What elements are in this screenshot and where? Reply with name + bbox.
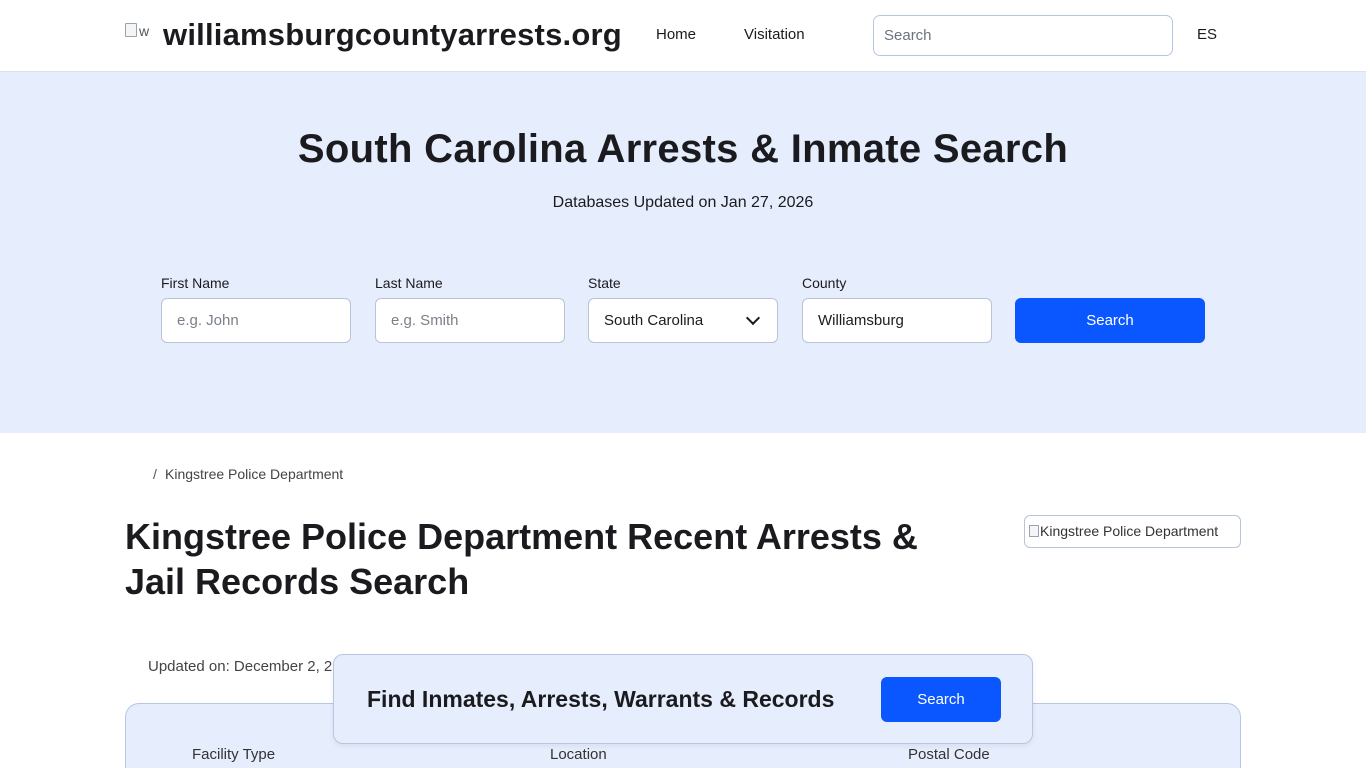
- department-image-alt: Kingstree Police Department: [1040, 523, 1219, 539]
- county-input[interactable]: [802, 298, 992, 343]
- county-label: County: [802, 275, 847, 291]
- site-logo[interactable]: w: [125, 23, 155, 49]
- cta-search-button[interactable]: Search: [881, 677, 1001, 722]
- state-select-value: South Carolina: [604, 312, 704, 329]
- hero-search-button[interactable]: Search: [1015, 298, 1205, 343]
- state-select[interactable]: South Carolina: [588, 298, 778, 343]
- language-switch[interactable]: ES: [1197, 26, 1217, 43]
- postal-code-label: Postal Code: [908, 746, 990, 763]
- hero-section: South Carolina Arrests & Inmate Search D…: [0, 72, 1366, 433]
- logo-alt-text: w: [139, 23, 150, 39]
- department-image: Kingstree Police Department: [1024, 515, 1241, 548]
- floating-cta-banner: Find Inmates, Arrests, Warrants & Record…: [333, 654, 1033, 744]
- site-header: w williamsburgcountyarrests.org Home Vis…: [0, 0, 1366, 72]
- last-name-label: Last Name: [375, 275, 443, 291]
- broken-image-icon: [1029, 525, 1039, 537]
- state-label: State: [588, 275, 621, 291]
- header-search-input[interactable]: [873, 15, 1173, 56]
- page-title: Kingstree Police Department Recent Arres…: [125, 516, 918, 602]
- database-updated-text: Databases Updated on Jan 27, 2026: [552, 194, 814, 211]
- broken-image-icon: [125, 23, 137, 37]
- first-name-label: First Name: [161, 275, 230, 291]
- breadcrumb-current: Kingstree Police Department: [165, 466, 344, 482]
- first-name-input[interactable]: [161, 298, 351, 343]
- nav-visitation-link[interactable]: Visitation: [744, 26, 805, 43]
- breadcrumb-separator: /: [153, 466, 157, 482]
- facility-type-label: Facility Type: [192, 746, 276, 763]
- cta-text: Find Inmates, Arrests, Warrants & Record…: [367, 686, 835, 712]
- chevron-down-icon: [745, 310, 761, 326]
- site-name[interactable]: williamsburgcountyarrests.org: [163, 17, 622, 53]
- hero-title: South Carolina Arrests & Inmate Search: [297, 127, 1069, 171]
- updated-date: Updated on: December 2, 2: [148, 658, 333, 675]
- nav-home-link[interactable]: Home: [656, 26, 696, 43]
- last-name-input[interactable]: [375, 298, 565, 343]
- location-label: Location: [550, 746, 607, 763]
